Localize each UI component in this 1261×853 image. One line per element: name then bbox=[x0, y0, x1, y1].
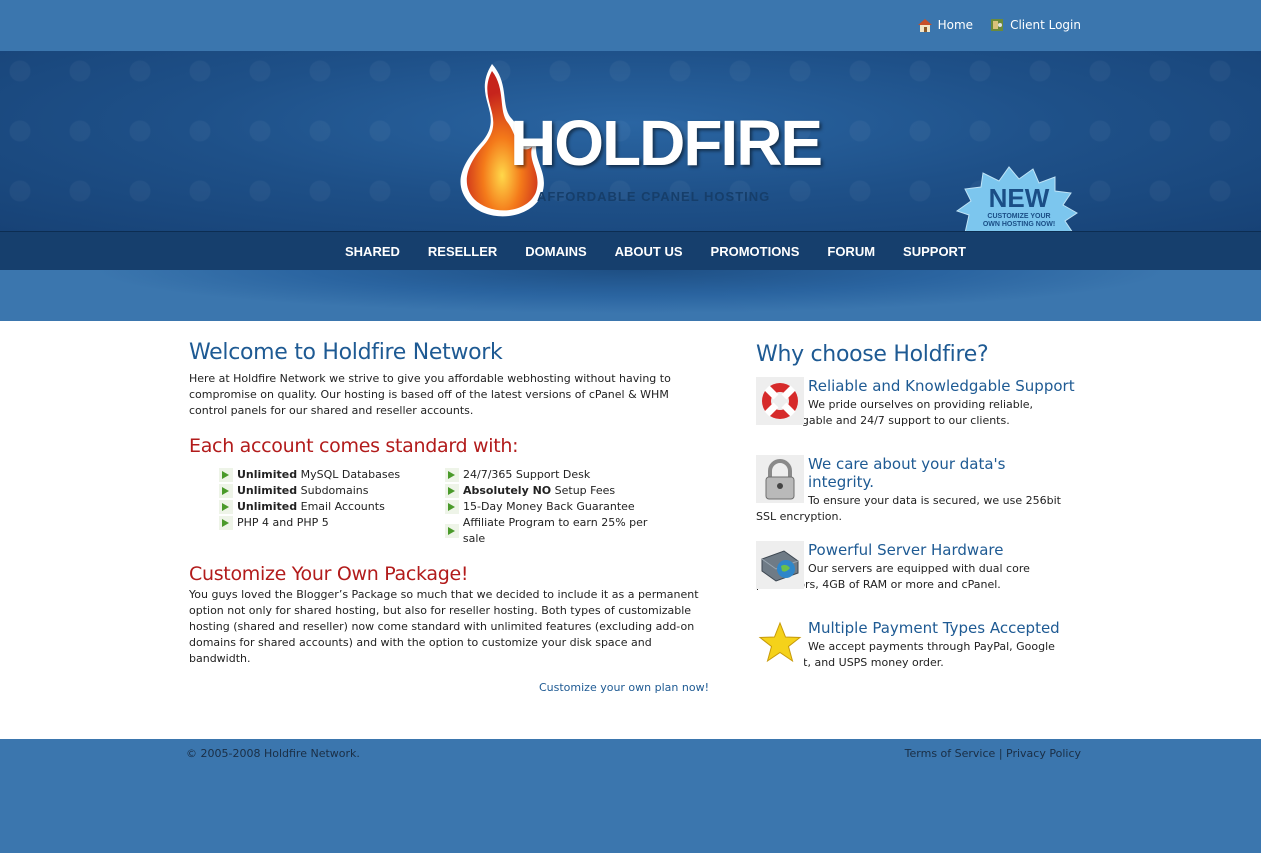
lifebuoy-icon bbox=[756, 377, 804, 425]
arrow-icon bbox=[219, 484, 233, 498]
badge-new-text: NEW bbox=[989, 183, 1050, 213]
standard-title: Each account comes standard with: bbox=[189, 435, 519, 457]
feature-bold: Unlimited bbox=[237, 468, 298, 481]
reason-item: Reliable and Knowledgable Support We pri… bbox=[756, 377, 1076, 439]
feature-text: PHP 4 and PHP 5 bbox=[237, 516, 329, 529]
terms-link[interactable]: Terms of Service bbox=[905, 747, 996, 760]
reason-title: Reliable and Knowledgable Support bbox=[808, 377, 1075, 395]
nav-item-forum[interactable]: FORUM bbox=[827, 244, 875, 259]
brand-name-part-a: HOLD bbox=[510, 107, 685, 179]
login-icon bbox=[991, 19, 1004, 31]
feature-bold: Unlimited bbox=[237, 500, 298, 513]
copyright: © 2005-2008 Holdfire Network. bbox=[186, 747, 360, 760]
footer: © 2005-2008 Holdfire Network. Terms of S… bbox=[0, 739, 1261, 853]
privacy-link[interactable]: Privacy Policy bbox=[1006, 747, 1081, 760]
nav-item-promotions[interactable]: PROMOTIONS bbox=[711, 244, 800, 259]
main-content: Welcome to Holdfire Network Here at Hold… bbox=[0, 321, 1261, 739]
footer-separator: | bbox=[998, 747, 1003, 760]
feature-text: Subdomains bbox=[297, 484, 369, 497]
brand-name-part-b: FIRE bbox=[683, 107, 823, 179]
footer-links: Terms of Service | Privacy Policy bbox=[905, 747, 1081, 760]
cta-wrapper: Customize your own plan now! bbox=[189, 681, 709, 694]
star-icon bbox=[756, 619, 804, 667]
badge-line-1: CUSTOMIZE YOUR bbox=[987, 213, 1050, 220]
client-login-label: Client Login bbox=[1010, 18, 1081, 32]
server-icon bbox=[756, 541, 804, 589]
feature-list: Unlimited MySQL Databases Unlimited Subd… bbox=[219, 467, 709, 547]
home-label: Home bbox=[937, 18, 974, 32]
arrow-icon bbox=[219, 468, 233, 482]
reason-text: To ensure your data is secured, we use 2… bbox=[756, 494, 1061, 523]
welcome-title: Welcome to Holdfire Network bbox=[189, 340, 503, 365]
home-link[interactable]: Home bbox=[917, 17, 973, 33]
custom-text: You guys loved the Blogger’s Package so … bbox=[189, 588, 699, 665]
feature-bold: Absolutely NO bbox=[463, 484, 552, 497]
feature-item: Unlimited Subdomains bbox=[219, 483, 445, 499]
feature-text: Setup Fees bbox=[551, 484, 616, 497]
reason-item: Multiple Payment Types Accepted We accep… bbox=[756, 619, 1076, 681]
arrow-icon bbox=[445, 468, 459, 482]
nav-item-shared[interactable]: SHARED bbox=[345, 244, 400, 259]
home-icon bbox=[917, 19, 932, 32]
feature-item: PHP 4 and PHP 5 bbox=[219, 515, 445, 531]
customize-plan-link[interactable]: Customize your own plan now! bbox=[539, 681, 709, 694]
feature-bold: Unlimited bbox=[237, 484, 298, 497]
padlock-icon bbox=[756, 455, 804, 503]
arrow-icon bbox=[445, 484, 459, 498]
badge-line-2: OWN HOSTING NOW! bbox=[983, 221, 1055, 228]
main-nav: SHARED RESELLER DOMAINS ABOUT US PROMOTI… bbox=[0, 231, 1261, 272]
header-banner: HOLDFIRE AFFORDABLE CPANEL HOSTING NEW C… bbox=[0, 51, 1261, 233]
right-column: Why choose Holdfire? Reliable and Knowle… bbox=[756, 342, 1076, 681]
brand-tagline: AFFORDABLE CPANEL HOSTING bbox=[537, 189, 771, 204]
feature-item: Unlimited Email Accounts bbox=[219, 499, 445, 515]
feature-text: 24/7/365 Support Desk bbox=[463, 468, 591, 481]
feature-text: MySQL Databases bbox=[297, 468, 401, 481]
reason-title: Multiple Payment Types Accepted bbox=[808, 619, 1060, 637]
nav-item-about-us[interactable]: ABOUT US bbox=[615, 244, 683, 259]
feature-item: 24/7/365 Support Desk bbox=[445, 467, 671, 483]
client-login-link[interactable]: Client Login bbox=[989, 17, 1081, 33]
reason-title: We care about your data's integrity. bbox=[808, 455, 1006, 491]
nav-item-reseller[interactable]: RESELLER bbox=[428, 244, 497, 259]
arrow-icon bbox=[445, 524, 459, 538]
top-links: Home Client Login bbox=[917, 17, 1081, 33]
reason-text: We pride ourselves on providing reliable… bbox=[756, 398, 1034, 427]
reason-item: Powerful Server Hardware Our servers are… bbox=[756, 541, 1076, 603]
feature-item: Affiliate Program to earn 25% per sale bbox=[445, 515, 671, 547]
header-sub-band bbox=[0, 270, 1261, 321]
reason-item: We care about your data's integrity. To … bbox=[756, 455, 1076, 525]
nav-list: SHARED RESELLER DOMAINS ABOUT US PROMOTI… bbox=[345, 244, 994, 259]
brand-name: HOLDFIRE bbox=[510, 111, 823, 175]
feature-text: Email Accounts bbox=[297, 500, 385, 513]
reason-text: Our servers are equipped with dual core … bbox=[756, 562, 1030, 591]
feature-column-1: Unlimited MySQL Databases Unlimited Subd… bbox=[219, 467, 445, 547]
feature-text: Affiliate Program to earn 25% per sale bbox=[462, 516, 648, 545]
feature-item: Unlimited MySQL Databases bbox=[219, 467, 445, 483]
feature-text: 15-Day Money Back Guarantee bbox=[463, 500, 635, 513]
feature-item: Absolutely NO Setup Fees bbox=[445, 483, 671, 499]
nav-item-domains[interactable]: DOMAINS bbox=[525, 244, 586, 259]
top-bar: Home Client Login bbox=[0, 0, 1261, 51]
custom-title: Customize Your Own Package! bbox=[189, 563, 469, 585]
left-column: Welcome to Holdfire Network Here at Hold… bbox=[189, 340, 709, 694]
feature-item: 15-Day Money Back Guarantee bbox=[445, 499, 671, 515]
arrow-icon bbox=[445, 500, 459, 514]
feature-column-2: 24/7/365 Support Desk Absolutely NO Setu… bbox=[445, 467, 671, 547]
welcome-text: Here at Holdfire Network we strive to gi… bbox=[189, 372, 671, 417]
why-title: Why choose Holdfire? bbox=[756, 342, 989, 367]
new-badge[interactable]: NEW CUSTOMIZE YOUR OWN HOSTING NOW! bbox=[955, 163, 1083, 233]
reason-title: Powerful Server Hardware bbox=[808, 541, 1004, 559]
arrow-icon bbox=[219, 516, 233, 530]
arrow-icon bbox=[219, 500, 233, 514]
nav-item-support[interactable]: SUPPORT bbox=[903, 244, 966, 259]
reason-text: We accept payments through PayPal, Googl… bbox=[756, 640, 1055, 669]
